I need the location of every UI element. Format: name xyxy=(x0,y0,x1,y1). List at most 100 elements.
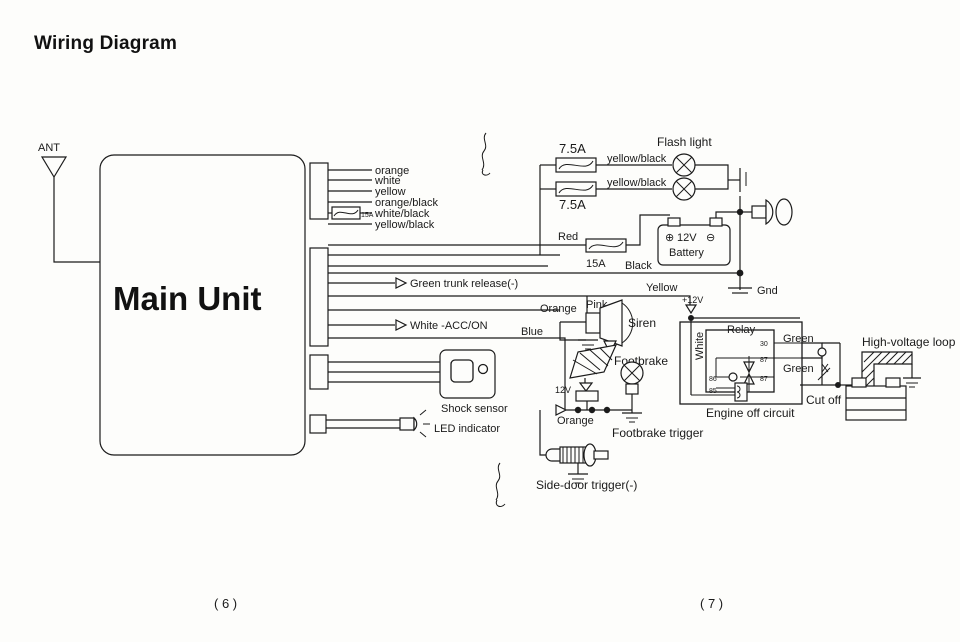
label-yellow: Yellow xyxy=(646,282,677,294)
relay-pivot xyxy=(728,372,738,382)
battery-neg-symbol: ⊖ xyxy=(706,232,715,244)
relay-terminal-85: 85 xyxy=(709,388,717,395)
output-label-trunk-release: Green trunk release(-) xyxy=(410,278,518,290)
footbrake-switch-body xyxy=(575,390,599,402)
siren-orange-label: Orange xyxy=(540,303,577,315)
horn-bell xyxy=(775,198,793,226)
connector-blocks xyxy=(309,162,329,434)
main-unit-box: Main Unit xyxy=(99,154,306,456)
side-door-lead xyxy=(539,410,552,456)
artifact-hook-top xyxy=(481,132,487,171)
horn-base xyxy=(751,205,767,219)
ground-label: Gnd xyxy=(757,285,778,297)
relay-common-arm xyxy=(715,358,730,378)
connector-block-2 xyxy=(309,247,329,347)
yellow-bus-group: Yellow +12V White xyxy=(635,282,800,395)
cut-off-label: Cut off xyxy=(806,393,842,407)
footbrake-voltage: 12V xyxy=(555,385,571,395)
relay-supply-label: +12V xyxy=(682,295,703,305)
fuse-rating-power: 15A xyxy=(586,258,606,270)
battery-body xyxy=(657,224,731,266)
output-label-acc-on: White -ACC/ON xyxy=(410,320,488,332)
artifact-hook-bottom xyxy=(495,462,501,501)
flash-wire-upper-label: yellow/black xyxy=(607,153,667,165)
relay-white-label: White xyxy=(694,332,706,360)
shock-sensor-group: Shock sensor xyxy=(328,349,508,415)
siren-group: Orange Pink Siren xyxy=(540,296,656,355)
shock-sensor-label: Shock sensor xyxy=(441,403,508,415)
wiring-diagram-canvas: ANT Main Unit orange white yellow orange… xyxy=(38,132,956,508)
flash-lamp-lower-icon xyxy=(672,177,696,201)
main-unit-label: Main Unit xyxy=(113,280,261,317)
arrow-acc-on xyxy=(395,319,408,331)
coil-terminal-right xyxy=(885,377,901,388)
battery-pos-symbol: ⊕ xyxy=(665,232,674,244)
connector-block-1 xyxy=(309,162,329,220)
fb-lamp-base xyxy=(625,383,639,395)
relay-green-lower-label: Green xyxy=(783,363,814,375)
green-lower-line xyxy=(802,356,823,359)
side-door-label: Side-door trigger(-) xyxy=(536,478,637,492)
footbrake-trigger-label: Footbrake trigger xyxy=(612,426,703,440)
junction-ground xyxy=(736,269,744,277)
led-indicator-label: LED indicator xyxy=(434,423,500,435)
siren-body xyxy=(585,312,601,334)
wire-label-yellow-black: yellow/black xyxy=(375,219,435,231)
cutoff-scissors-icon xyxy=(821,363,829,373)
engine-off-label: Engine off circuit xyxy=(706,406,795,420)
connector-block-4 xyxy=(309,414,327,434)
battery-label: Battery xyxy=(669,247,704,259)
junction-fb-1 xyxy=(574,406,582,414)
coil-terminal-left xyxy=(851,377,867,388)
battery-black-wire-label: Black xyxy=(625,260,652,272)
footbrake-arrow-icon xyxy=(578,382,594,392)
supply-arrow-icon xyxy=(684,304,698,315)
flash-lamp-upper-icon xyxy=(672,153,696,177)
siren-label: Siren xyxy=(628,316,656,330)
relay-coil-body xyxy=(734,382,748,402)
footbrake-group: Footbrake 12V Orange Footbrake trigger xyxy=(555,344,703,440)
battery-terminal-pos xyxy=(667,217,681,227)
fuse-upper xyxy=(555,157,597,173)
high-voltage-group: High-voltage loop xyxy=(838,335,956,421)
coil-body xyxy=(845,385,907,421)
artifact-hook-top-end xyxy=(481,169,491,176)
junction-fb-2 xyxy=(588,406,596,414)
flash-upper-to-bus xyxy=(695,164,729,180)
battery-neg-up xyxy=(715,211,740,218)
led-lens-icon xyxy=(413,416,418,432)
page-number-left: ( 6 ) xyxy=(214,596,238,611)
shock-sensor-body xyxy=(439,349,496,399)
antenna-group: ANT xyxy=(38,142,100,263)
fuse-rating-upper: 7.5A xyxy=(559,141,586,156)
horn-icon xyxy=(765,198,774,226)
arrow-trunk-release xyxy=(395,277,408,289)
siren-horn-icon xyxy=(599,299,623,347)
relay-title: Relay xyxy=(727,324,756,336)
antenna-wire xyxy=(53,177,100,263)
flash-lower-to-bus xyxy=(695,180,729,190)
footbrake-pedal-icon xyxy=(569,344,618,379)
high-voltage-label: High-voltage loop xyxy=(862,335,956,349)
relay-node xyxy=(817,347,827,357)
flash-wire-lower-label: yellow/black xyxy=(607,177,667,189)
flash-light-title: Flash light xyxy=(657,135,712,149)
artifact-hook-bottom-end xyxy=(495,499,506,508)
fuse-15a-power: 15A xyxy=(585,238,627,270)
footbrake-orange-label: Orange xyxy=(557,415,594,427)
battery-voltage: 12V xyxy=(677,232,697,244)
fuse-lower xyxy=(555,181,597,197)
battery-terminal-neg xyxy=(709,217,723,227)
connector-block-3 xyxy=(309,354,329,390)
led-rays-icon xyxy=(419,409,430,438)
battery-red-wire-label: Red xyxy=(558,231,578,243)
label-blue: Blue xyxy=(521,326,543,338)
footbrake-lamp-icon xyxy=(620,361,644,385)
side-door-plunger xyxy=(593,450,609,460)
footbrake-label: Footbrake xyxy=(614,354,668,368)
harness-wires: orange white yellow orange/black 15A whi… xyxy=(328,165,438,231)
page-number-right: ( 7 ) xyxy=(700,596,724,611)
fuse-rating-lower: 7.5A xyxy=(559,197,586,212)
antenna-icon xyxy=(40,156,68,179)
wiring-diagram-page: Wiring Diagram ANT Main Unit orange whit… xyxy=(0,0,960,642)
